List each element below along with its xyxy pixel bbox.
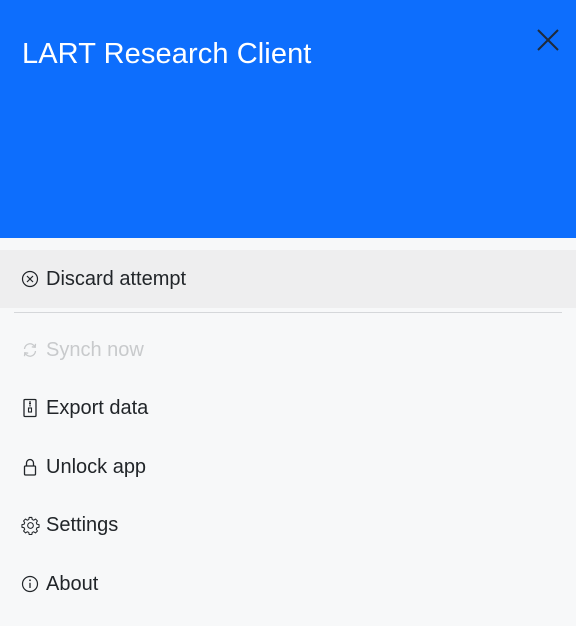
menu-item-about[interactable]: About [0, 555, 576, 613]
lock-icon [20, 457, 40, 477]
menu-item-label: Export data [46, 396, 149, 419]
menu-divider [14, 312, 562, 313]
sync-icon [20, 340, 40, 360]
menu-item-label: Settings [46, 513, 119, 536]
close-icon [537, 29, 559, 51]
menu-header: LART Research Client [0, 0, 576, 238]
zip-file-icon [20, 398, 40, 418]
info-icon [20, 574, 40, 594]
close-button[interactable] [532, 24, 564, 56]
side-menu-panel: LART Research Client Discard attempt Syn… [0, 0, 576, 626]
menu-item-export-data[interactable]: Export data [0, 379, 576, 437]
menu-item-unlock-app[interactable]: Unlock app [0, 438, 576, 496]
menu-item-label: About [46, 572, 99, 595]
gear-icon [20, 515, 40, 535]
menu-item-discard-attempt[interactable]: Discard attempt [0, 250, 576, 308]
menu-item-label: Unlock app [46, 455, 147, 478]
menu-item-synch-now: Synch now [0, 321, 576, 379]
menu-item-settings[interactable]: Settings [0, 496, 576, 554]
menu-item-label: Discard attempt [46, 267, 187, 290]
menu-item-label: Synch now [46, 338, 144, 361]
circle-x-icon [20, 269, 40, 289]
app-title: LART Research Client [22, 38, 312, 70]
